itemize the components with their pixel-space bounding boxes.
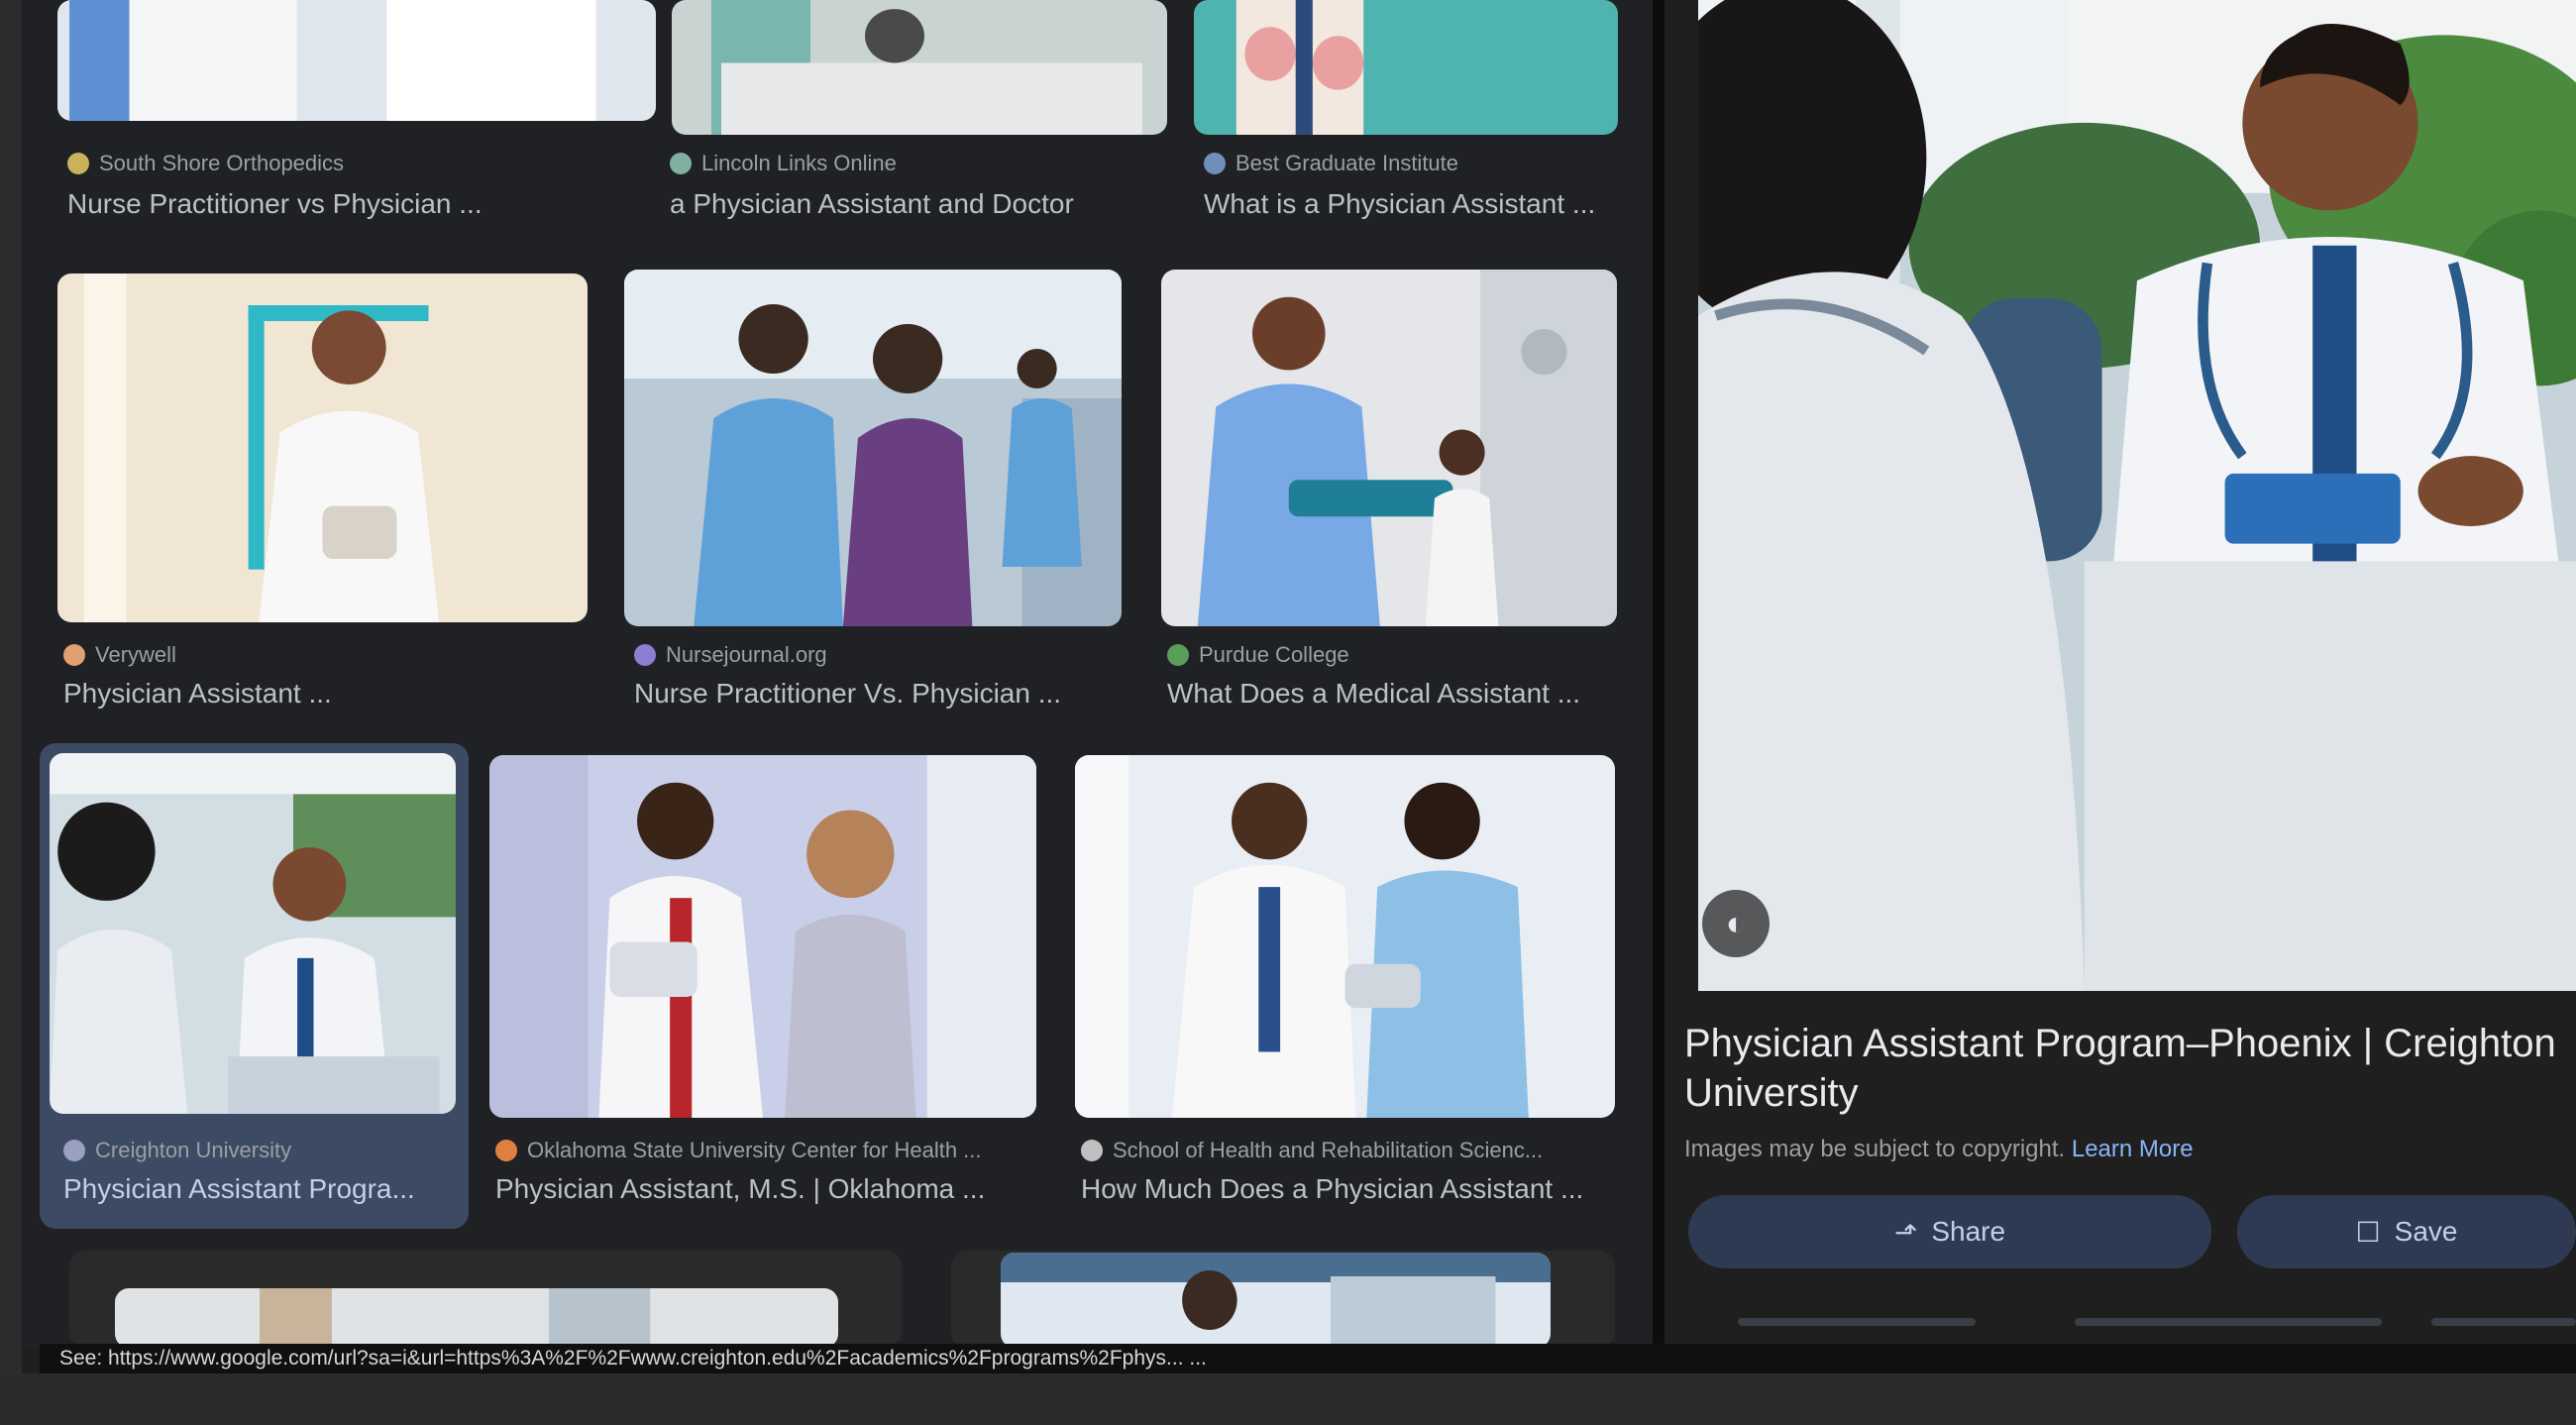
result-card-11[interactable]	[951, 1251, 1615, 1348]
site-favicon	[67, 153, 89, 174]
site-favicon	[670, 153, 692, 174]
site-favicon	[63, 1140, 85, 1161]
related-content-divider	[2075, 1318, 2382, 1326]
result-card-7-selected[interactable]: Creighton University Physician Assistant…	[40, 743, 469, 1229]
result-title[interactable]: a Physician Assistant and Doctor	[670, 188, 1145, 220]
result-title[interactable]: Nurse Practitioner Vs. Physician ...	[634, 678, 1110, 710]
save-button[interactable]: ☐ Save	[2237, 1195, 2576, 1268]
result-card-1[interactable]: South Shore Orthopedics Nurse Practition…	[30, 0, 656, 228]
result-card-8[interactable]: Oklahoma State University Center for Hea…	[485, 753, 1040, 1219]
window-bottom-frame	[0, 1373, 2576, 1425]
result-thumbnail[interactable]	[1194, 0, 1618, 135]
result-source: Purdue College	[1167, 642, 1613, 668]
result-title[interactable]: Physician Assistant Progra...	[63, 1173, 455, 1205]
result-title[interactable]: Physician Assistant, M.S. | Oklahoma ...	[495, 1173, 1030, 1205]
site-favicon	[63, 644, 85, 666]
copyright-notice: Images may be subject to copyright. Lear…	[1684, 1136, 2194, 1162]
result-source: Creighton University	[63, 1138, 455, 1163]
learn-more-link[interactable]: Learn More	[2072, 1136, 2194, 1162]
share-button[interactable]: ⬏ Share	[1688, 1195, 2211, 1268]
result-thumbnail[interactable]	[1001, 1253, 1551, 1348]
result-card-9[interactable]: School of Health and Rehabilitation Scie…	[1065, 753, 1630, 1219]
result-card-5[interactable]: Nursejournal.org Nurse Practitioner Vs. …	[614, 268, 1129, 713]
site-favicon	[1204, 153, 1226, 174]
result-source: Verywell	[63, 642, 579, 668]
result-title[interactable]: Nurse Practitioner vs Physician ...	[67, 188, 642, 220]
result-card-4[interactable]: Verywell Physician Assistant ...	[50, 268, 604, 713]
result-thumbnail[interactable]	[1161, 270, 1617, 626]
result-source: School of Health and Rehabilitation Scie…	[1081, 1138, 1616, 1163]
result-thumbnail[interactable]	[115, 1288, 838, 1348]
result-source: Best Graduate Institute	[1204, 151, 1620, 176]
site-favicon	[1081, 1140, 1103, 1161]
result-thumbnail[interactable]	[672, 0, 1167, 135]
result-title[interactable]: Physician Assistant ...	[63, 678, 579, 710]
site-favicon	[634, 644, 656, 666]
result-card-3[interactable]: Best Graduate Institute What is a Physic…	[1184, 0, 1630, 228]
related-content-divider	[2431, 1318, 2576, 1326]
result-thumbnail[interactable]	[624, 270, 1122, 626]
site-favicon	[1167, 644, 1189, 666]
result-title[interactable]: What is a Physician Assistant ...	[1204, 188, 1620, 220]
preview-title[interactable]: Physician Assistant Program–Phoenix | Cr…	[1684, 1019, 2556, 1118]
status-bar-url: See: https://www.google.com/url?sa=i&url…	[40, 1344, 2576, 1373]
site-favicon	[495, 1140, 517, 1161]
result-title[interactable]: How Much Does a Physician Assistant ...	[1081, 1173, 1616, 1205]
bookmark-icon: ☐	[2355, 1216, 2381, 1248]
result-source: Oklahoma State University Center for Hea…	[495, 1138, 1030, 1163]
share-icon: ⬏	[1893, 1216, 1918, 1248]
result-card-6[interactable]: Purdue College What Does a Medical Assis…	[1149, 268, 1630, 713]
result-thumbnail[interactable]	[50, 753, 456, 1114]
result-card-2[interactable]: Lincoln Links Online a Physician Assista…	[654, 0, 1169, 228]
result-thumbnail[interactable]	[1075, 755, 1615, 1118]
result-card-10[interactable]	[69, 1251, 902, 1348]
visual-matches-icon[interactable]: ◐	[1702, 890, 1770, 957]
result-source: Nursejournal.org	[634, 642, 1110, 668]
result-thumbnail[interactable]	[57, 274, 588, 622]
related-content-divider	[1738, 1318, 1976, 1326]
window-edge	[0, 0, 22, 1425]
result-thumbnail[interactable]	[489, 755, 1036, 1118]
preview-image[interactable]	[1698, 0, 2576, 991]
result-title[interactable]: What Does a Medical Assistant ...	[1167, 678, 1613, 710]
result-thumbnail[interactable]	[57, 0, 656, 121]
result-source: South Shore Orthopedics	[67, 151, 642, 176]
result-source: Lincoln Links Online	[670, 151, 1145, 176]
